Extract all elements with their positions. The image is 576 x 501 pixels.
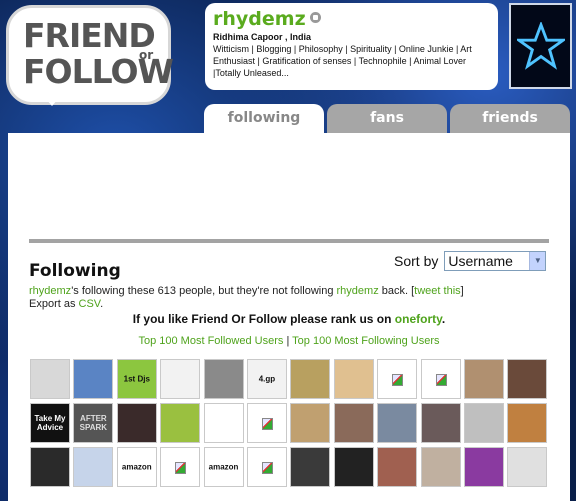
friend-or-follow-logo[interactable]: FRIEND FOLLOW or: [6, 5, 174, 105]
profile-bio: Witticism | Blogging | Philosophy | Spir…: [213, 44, 472, 78]
sort-select[interactable]: Username ▼: [444, 251, 547, 271]
desc-text: ]: [460, 285, 464, 297]
avatar-label: amazon: [208, 462, 239, 472]
profile-username[interactable]: rhydemz: [213, 8, 306, 30]
lock-icon: [309, 12, 321, 23]
user-avatar-tile[interactable]: Take My Advice: [30, 403, 70, 443]
user-avatar-tile[interactable]: [333, 359, 374, 399]
sort-select-value: Username: [448, 253, 513, 269]
user-avatar-tile[interactable]: [73, 447, 114, 487]
user-avatar-tile[interactable]: 1st Djs: [116, 359, 157, 399]
top-followed-link[interactable]: Top 100 Most Followed Users: [138, 335, 283, 347]
user-avatar-tile[interactable]: [333, 403, 374, 443]
user-avatar-tile[interactable]: [203, 359, 244, 399]
user-avatar-tile[interactable]: [377, 403, 418, 443]
rank-text: If you like Friend Or Follow please rank…: [132, 312, 395, 326]
user-avatar-tile[interactable]: [507, 447, 548, 487]
avatar-label: Take My Advice: [34, 414, 66, 432]
user-avatar-tile[interactable]: [507, 403, 548, 443]
user-avatar-tile[interactable]: [160, 359, 201, 399]
rank-message: If you like Friend Or Follow please rank…: [8, 312, 570, 326]
user-avatar-tile[interactable]: amazon: [203, 447, 244, 487]
user-avatar-tile[interactable]: [290, 359, 331, 399]
user-avatar-tile[interactable]: [377, 359, 418, 399]
avatar-label: amazon: [121, 462, 152, 472]
user-avatar-tile[interactable]: [246, 403, 287, 443]
export-end: .: [100, 298, 104, 310]
user-avatar-tile[interactable]: [377, 447, 418, 487]
main-panel: Following Sort by Username ▼ rhydemz's f…: [8, 133, 570, 501]
user-avatar-tile[interactable]: [333, 447, 374, 487]
user-avatar-tile[interactable]: [420, 447, 461, 487]
user-avatar-tile[interactable]: 4.gp: [246, 359, 287, 399]
divider: [29, 239, 549, 243]
user-avatar-tile[interactable]: [73, 359, 114, 399]
user-avatar-tile[interactable]: [290, 447, 331, 487]
oneforty-link[interactable]: oneforty: [395, 312, 442, 326]
export-label: Export as: [29, 298, 79, 310]
avatar-label: AFTER SPARK: [79, 414, 108, 432]
following-description: rhydemz's following these 613 people, bu…: [29, 285, 464, 311]
user-avatar-tile[interactable]: [290, 403, 331, 443]
user-avatar-tile[interactable]: [507, 359, 548, 399]
profile-real-name: Ridhima Capoor , India: [213, 32, 312, 42]
user-avatar-tile[interactable]: [420, 403, 461, 443]
links-separator: |: [286, 335, 290, 347]
sort-control: Sort by Username ▼: [394, 251, 547, 271]
profile-card: rhydemz Ridhima Capoor , India Witticism…: [205, 3, 498, 90]
tweet-this-link[interactable]: tweet this: [414, 285, 460, 297]
username-link[interactable]: rhydemz: [29, 285, 71, 297]
export-csv-link[interactable]: CSV: [79, 298, 101, 310]
rank-end: .: [441, 312, 446, 326]
logo-speech-tail: [40, 92, 64, 106]
username-link[interactable]: rhydemz: [337, 285, 379, 297]
avatar-label: 4.gp: [258, 374, 276, 384]
profile-avatar[interactable]: [509, 3, 572, 89]
user-avatar-tile[interactable]: [463, 359, 504, 399]
user-avatar-tile[interactable]: [246, 447, 287, 487]
user-avatar-tile[interactable]: [30, 359, 70, 399]
desc-text: 's following these 613 people, but they'…: [71, 285, 337, 297]
page-title: Following: [29, 261, 121, 281]
user-avatar-tile[interactable]: [420, 359, 461, 399]
user-avatar-tile[interactable]: [160, 403, 201, 443]
avatar-label: 1st Djs: [123, 374, 150, 384]
tab-friends[interactable]: friends: [450, 104, 570, 133]
top-following-link[interactable]: Top 100 Most Following Users: [292, 335, 439, 347]
top-users-links: Top 100 Most Followed Users | Top 100 Mo…: [8, 335, 570, 347]
chevron-down-icon[interactable]: ▼: [529, 252, 546, 270]
user-avatar-tile[interactable]: [116, 403, 157, 443]
user-avatar-tile[interactable]: amazon: [116, 447, 157, 487]
user-avatar-tile[interactable]: AFTER SPARK: [73, 403, 114, 443]
star-icon: [516, 22, 565, 70]
user-avatar-tile[interactable]: [203, 403, 244, 443]
desc-text: back. [: [378, 285, 415, 297]
sort-label: Sort by: [394, 253, 439, 269]
tab-fans[interactable]: fans: [327, 104, 447, 133]
user-avatar-tile[interactable]: [463, 447, 504, 487]
user-avatar-grid: 1st Djs 4.gp Take My Advice AFTER SPARK amaz…: [30, 359, 550, 487]
logo-or-text: or: [139, 48, 154, 62]
user-avatar-tile[interactable]: [463, 403, 504, 443]
user-avatar-tile[interactable]: [160, 447, 201, 487]
user-avatar-tile[interactable]: [30, 447, 70, 487]
tab-following[interactable]: following: [204, 104, 324, 133]
